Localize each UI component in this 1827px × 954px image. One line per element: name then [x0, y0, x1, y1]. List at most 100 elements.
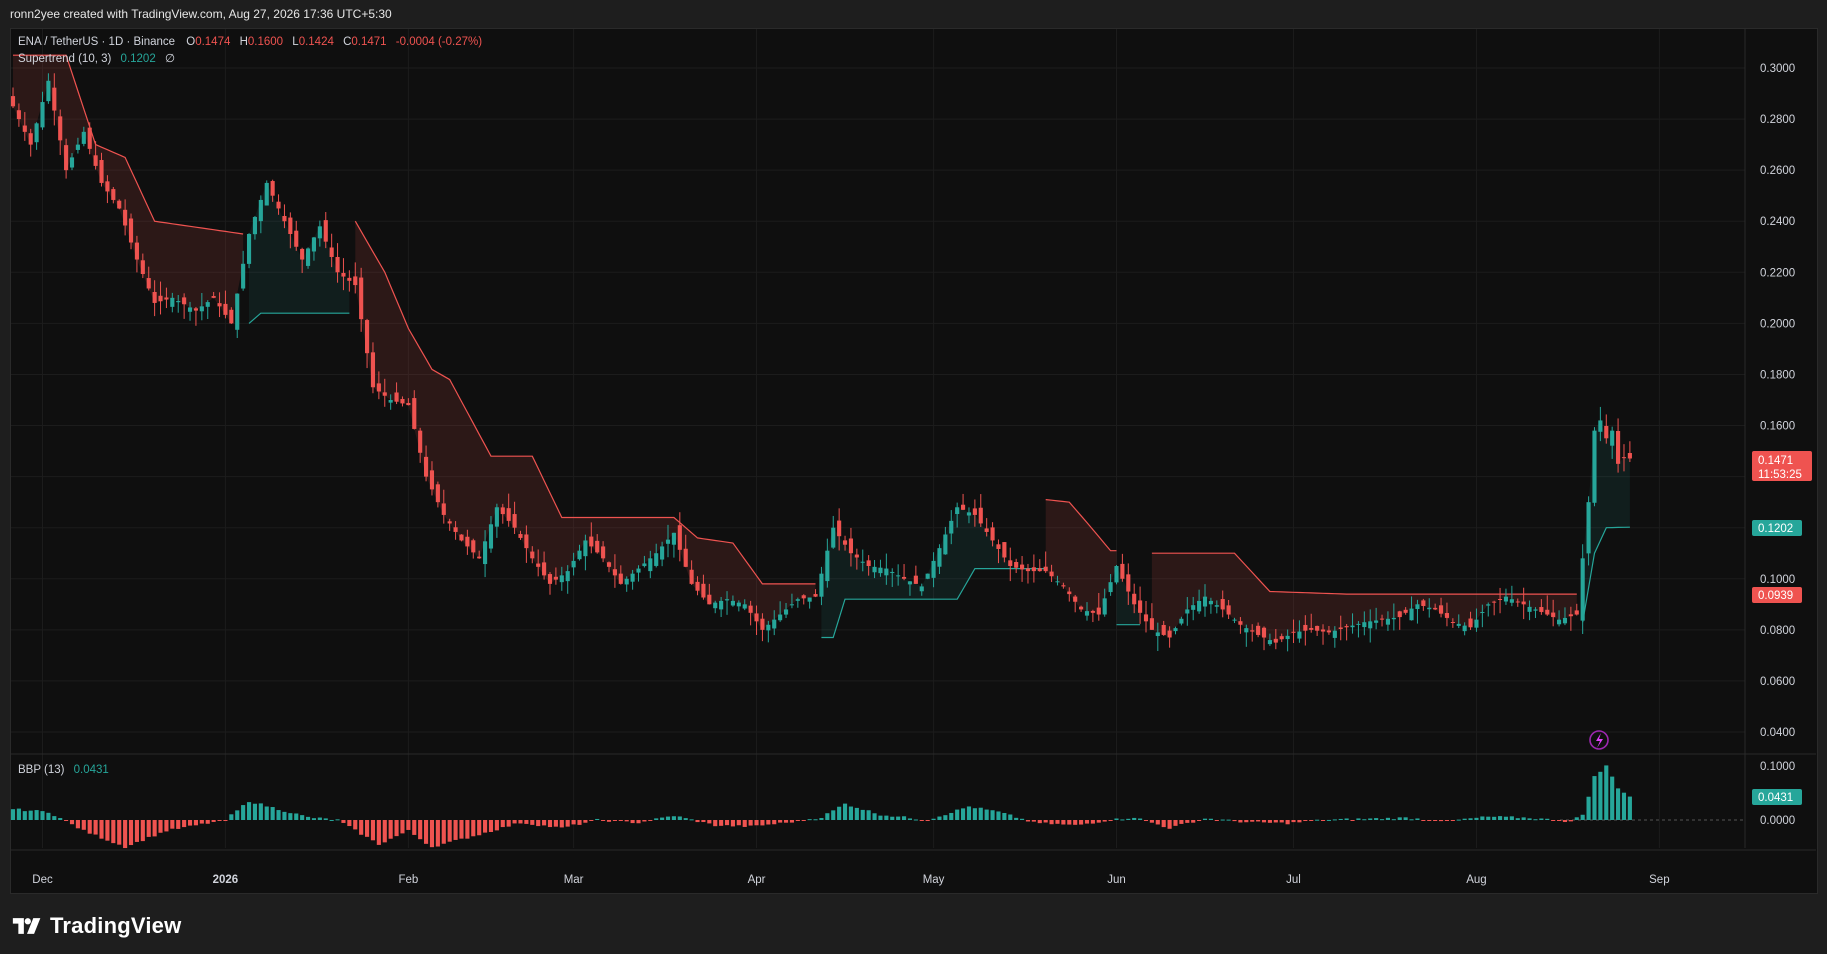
bbp-bar — [701, 820, 706, 823]
candle-body — [1267, 640, 1272, 645]
bbp-bar — [93, 820, 98, 835]
candle-body — [1002, 542, 1007, 558]
bbp-bar — [907, 818, 913, 820]
bbp-bar — [724, 820, 730, 826]
chart-svg[interactable]: 0.3000 0.2800 0.2600 0.2400 0.2200 0.2000 0.18… — [0, 0, 1827, 954]
candle-body — [748, 605, 753, 613]
candle-body — [742, 604, 747, 609]
candle-body — [1480, 611, 1485, 613]
price-tick-label: 0.1000 — [1760, 574, 1795, 586]
candle-body — [117, 200, 122, 209]
candle-body — [241, 263, 246, 289]
bbp-bar — [453, 820, 458, 840]
bbp-bar — [813, 819, 818, 821]
candle-body — [1562, 617, 1568, 624]
candle-body — [1073, 596, 1078, 602]
bbp-bar — [795, 820, 800, 821]
bbp-bar — [1320, 820, 1326, 821]
price-tick-label: 0.1600 — [1760, 421, 1795, 433]
bbp-bar — [128, 820, 134, 846]
candle-body — [654, 553, 659, 566]
candle-body — [258, 199, 263, 222]
candle-body — [1226, 605, 1231, 615]
candle-body — [795, 599, 800, 601]
candle-body — [1527, 606, 1532, 612]
bbp-bar — [46, 812, 51, 820]
bbp-bar — [901, 816, 907, 820]
time-tick-label: Sep — [1649, 874, 1669, 886]
candle-body — [294, 230, 299, 247]
bbp-bar — [1574, 817, 1579, 820]
candle-body — [353, 276, 358, 286]
candle-body — [223, 303, 228, 315]
bbp-bar — [211, 820, 216, 822]
bbp-bar — [1409, 819, 1414, 821]
bbp-bar — [713, 820, 718, 827]
bbp-bar — [1415, 818, 1420, 820]
bbp-bar — [1025, 820, 1031, 822]
candle-body — [235, 293, 240, 330]
bbp-bar — [772, 820, 777, 825]
bbp-bar — [1480, 816, 1485, 820]
bbp-bar — [530, 820, 535, 825]
candle-body — [288, 217, 293, 234]
bbp-bar — [1621, 792, 1627, 820]
bbp-bar — [1332, 819, 1337, 821]
candle-body — [990, 527, 995, 541]
candle-body — [429, 470, 435, 490]
bbp-bar — [1020, 818, 1025, 820]
bbp-bar — [1315, 819, 1320, 821]
bbp-bar — [648, 820, 653, 821]
bbp-bar — [837, 806, 842, 820]
bbp-bar — [1338, 818, 1343, 820]
candle-body — [837, 520, 842, 537]
price-tick-label: 0.0800 — [1760, 625, 1795, 637]
bbp-bar — [282, 811, 287, 820]
bbp-bar — [972, 808, 977, 820]
candle-body — [329, 247, 334, 257]
bbp-bar — [217, 820, 222, 821]
bbp-bar — [577, 820, 582, 825]
bbp-bar — [1179, 820, 1184, 824]
candle-body — [595, 540, 600, 553]
candle-body — [1191, 605, 1196, 610]
bbp-bar — [1285, 820, 1290, 825]
bbp-bar — [205, 820, 210, 824]
time-tick-label: Aug — [1466, 874, 1486, 886]
candle-body — [730, 600, 735, 606]
candle-body — [418, 430, 423, 453]
bbp-bar — [176, 820, 181, 829]
bbp-value: 0.0431 — [74, 764, 109, 776]
bbp-bar — [595, 818, 600, 820]
alert-lightning-icon[interactable] — [1589, 730, 1609, 750]
bbp-bar — [1220, 819, 1225, 821]
candle-body — [1250, 630, 1255, 632]
bbp-bar — [884, 815, 889, 820]
candle-body — [1433, 607, 1438, 610]
candle-body — [801, 595, 806, 599]
candle-body — [75, 144, 80, 150]
candle-body — [1061, 585, 1066, 587]
time-tick-label: Apr — [748, 874, 766, 886]
candle-body — [1598, 420, 1603, 432]
axes-layer: 0.3000 0.2800 0.2600 0.2400 0.2200 0.2000 0.18… — [32, 63, 1795, 886]
bbp-bar — [1132, 817, 1137, 820]
bbp-bar — [1202, 818, 1208, 820]
bbp-bar — [1503, 816, 1509, 820]
candle-body — [1385, 618, 1391, 625]
bbp-bar — [235, 810, 240, 820]
candle-body — [925, 573, 930, 579]
countdown-text: 11:53:25 — [1758, 469, 1802, 481]
bbp-bar — [1368, 818, 1373, 820]
bbp-bar — [1438, 820, 1444, 822]
candle-body — [1291, 631, 1296, 633]
price-tick-label: 0.2800 — [1760, 114, 1795, 126]
bbp-bar — [660, 817, 665, 820]
bbp-bar — [1250, 820, 1255, 822]
candle-body — [477, 556, 482, 559]
candle-body — [1208, 600, 1213, 605]
bbp-bar — [1120, 819, 1125, 821]
candle-body — [1509, 599, 1514, 603]
candle-body — [1315, 625, 1320, 631]
bbp-bar — [1102, 820, 1107, 822]
